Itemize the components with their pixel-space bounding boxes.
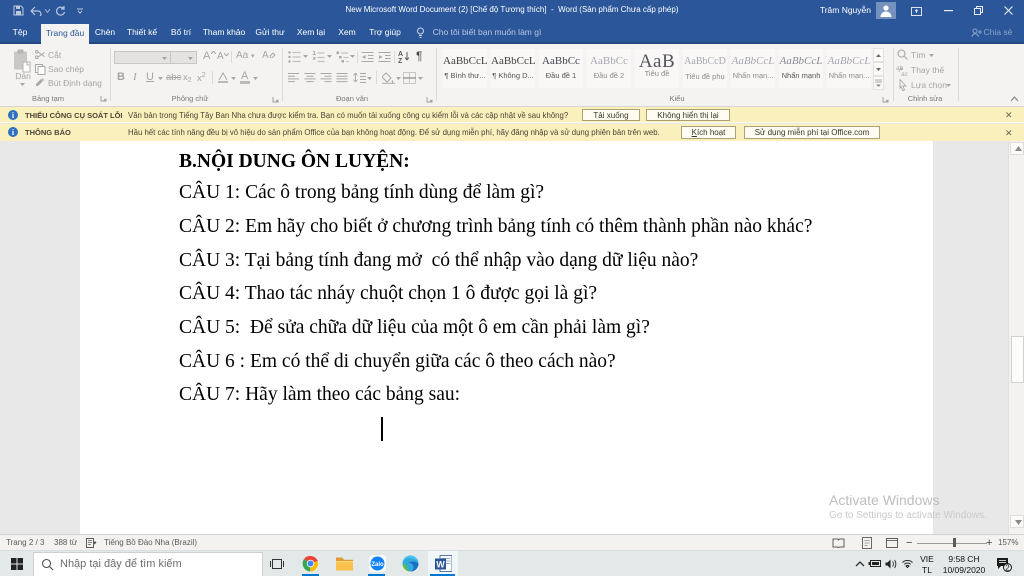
svg-text:W: W <box>436 560 445 570</box>
svg-text:A: A <box>398 51 403 58</box>
svg-text:Z: Z <box>398 58 403 63</box>
svg-text:ac: ac <box>901 71 908 76</box>
svg-text:Zalo: Zalo <box>371 562 384 568</box>
svg-text:2: 2 <box>1005 564 1010 573</box>
